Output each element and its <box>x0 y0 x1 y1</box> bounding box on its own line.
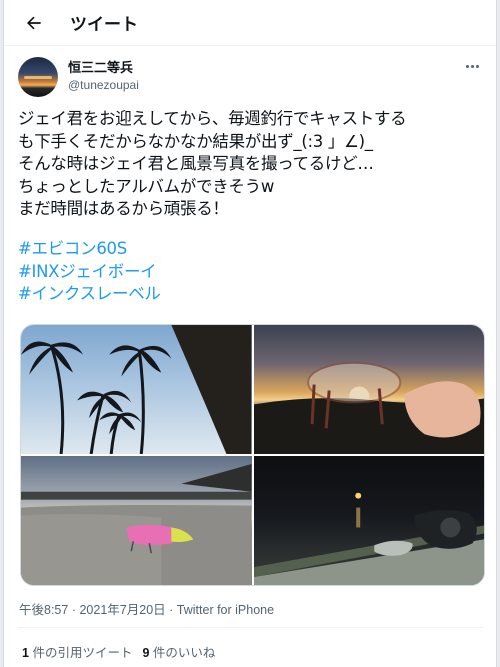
hashtag-link[interactable]: #INXジェイボーイ <box>18 261 486 284</box>
top-bar: ツイート <box>4 0 496 46</box>
more-options-button[interactable] <box>460 56 484 76</box>
hashtag-link[interactable]: #インクスレーベル <box>18 283 486 306</box>
like-label: 件のいいね <box>152 646 216 660</box>
author-handle[interactable]: @tunezoupai <box>68 77 139 93</box>
tweet-line: ジェイ君をお迎えしてから、毎週釣行でキャストする <box>18 109 407 128</box>
likes-link[interactable]: 9 件のいいね <box>142 642 215 661</box>
page-title: ツイート <box>70 15 138 35</box>
tweet-line: ちょっとしたアルバムができそうw <box>18 176 275 196</box>
tweet-source[interactable]: Twitter for iPhone <box>177 603 274 617</box>
palm-trees-illustration <box>21 325 252 454</box>
back-button[interactable] <box>16 5 52 41</box>
like-count: 9 <box>142 646 150 660</box>
tweet-text: ジェイ君をお迎えしてから、毎週釣行でキャストする も下手くそだからなかなか結果が… <box>18 108 486 306</box>
tweet-metadata: 午後8:57 · 2021年7月20日 · Twitter for iPhone <box>19 599 274 618</box>
divider <box>18 627 484 628</box>
beach-lure-illustration <box>21 463 252 585</box>
more-horizontal-icon <box>465 64 469 68</box>
photo-palm-trees[interactable] <box>21 325 252 454</box>
quote-label: 件の引用ツイート <box>32 646 133 660</box>
more-dot <box>475 64 479 68</box>
photo-night-reel[interactable] <box>253 456 484 585</box>
tweet-line: まだ時間はあるから頑張る！ <box>18 199 229 219</box>
tweet-line: も下手くそだからなかなか結果が出ず_(:3 」∠)_ <box>18 131 373 151</box>
tweet-time[interactable]: 午後8:57 <box>19 603 68 617</box>
tweet-date[interactable]: 2021年7月20日 <box>79 603 165 617</box>
author-display-name[interactable]: 恒三二等兵 <box>68 61 139 77</box>
quote-tweets-link[interactable]: 1 件の引用ツイート <box>22 642 132 661</box>
photo-beach-lure[interactable] <box>21 456 252 585</box>
photo-grid <box>20 324 485 586</box>
avatar[interactable] <box>18 57 58 97</box>
photo-sunset-lure[interactable] <box>253 325 484 454</box>
more-dot <box>470 64 474 68</box>
night-reel-illustration <box>253 492 484 585</box>
sunset-lure-illustration <box>253 361 484 454</box>
author-names: 恒三二等兵 @tunezoupai <box>68 61 139 93</box>
meta-separator: · <box>169 603 174 617</box>
engagement-stats: 1 件の引用ツイート 9 件のいいね <box>22 642 215 661</box>
arrow-left-icon <box>27 16 41 29</box>
tweet-author: 恒三二等兵 @tunezoupai <box>18 54 484 100</box>
tweet-page: ツイート 恒三二等兵 @tunezoupai ジェイ君をお迎えしてから、毎週釣行… <box>3 0 497 667</box>
hashtag-link[interactable]: #エビコン60S <box>18 238 486 261</box>
tweet-line: そんな時はジェイ君と風景写真を撮ってるけど… <box>18 154 374 174</box>
meta-separator: · <box>71 603 76 617</box>
quote-count: 1 <box>22 646 29 660</box>
